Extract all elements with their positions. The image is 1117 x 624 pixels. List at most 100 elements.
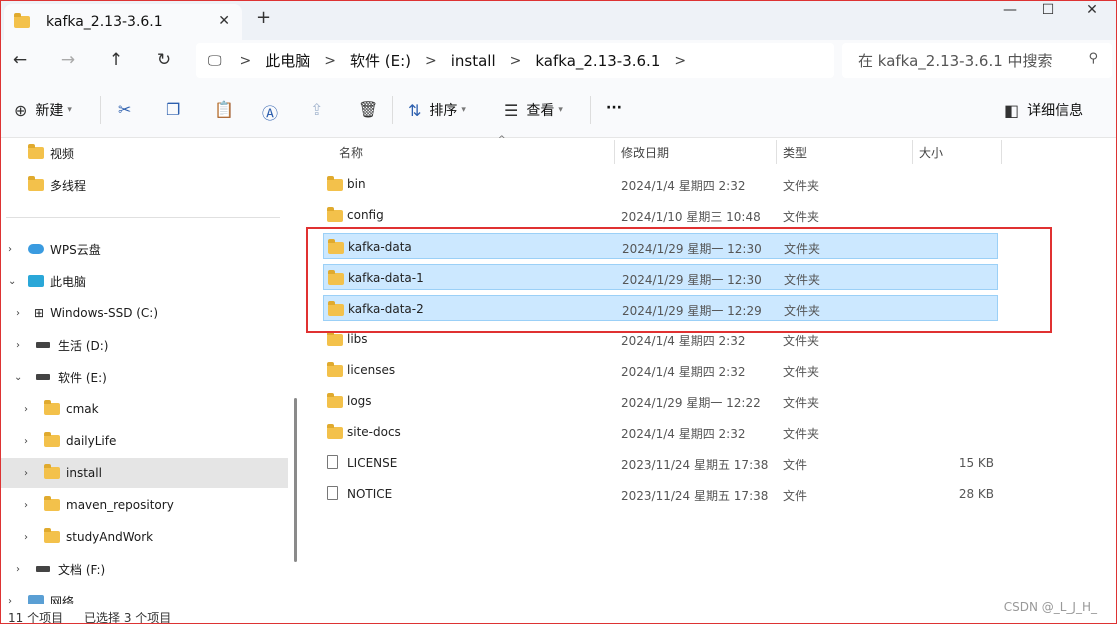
column-divider[interactable] xyxy=(1001,140,1002,164)
file-modified-date: 2024/1/29 星期一 12:30 xyxy=(622,273,762,287)
breadcrumb-separator[interactable]: > xyxy=(674,53,686,69)
sidebar-item-drive-c[interactable]: › ⊞ Windows-SSD (C:) xyxy=(0,298,288,328)
tab-close-icon[interactable]: ✕ xyxy=(218,13,230,29)
minimize-button[interactable]: — xyxy=(990,0,1030,22)
file-modified-date: 2024/1/29 星期一 12:29 xyxy=(622,304,762,318)
details-pane-icon: ◧ xyxy=(1004,100,1020,120)
tab-kafka[interactable]: kafka_2.13-3.6.1 ✕ xyxy=(4,4,242,40)
chevron-right-icon[interactable]: › xyxy=(24,532,28,543)
chevron-down-icon: ▾ xyxy=(558,105,563,115)
pc-icon xyxy=(28,275,44,287)
folder-icon xyxy=(327,393,343,408)
rename-icon[interactable]: Ⓐ xyxy=(262,100,278,124)
new-button[interactable]: ⊕ 新建 ▾ xyxy=(14,100,72,120)
details-pane-button[interactable]: ◧ 详细信息 xyxy=(1004,100,1083,120)
chevron-right-icon[interactable]: › xyxy=(16,340,20,351)
chevron-right-icon[interactable]: › xyxy=(8,244,12,255)
file-modified-date: 2024/1/4 星期四 2:32 xyxy=(621,427,746,441)
folder-icon xyxy=(328,239,344,254)
back-button[interactable]: ← xyxy=(6,48,34,72)
search-input[interactable]: 在 kafka_2.13-3.6.1 中搜索 ⚲ xyxy=(842,43,1112,78)
chevron-right-icon[interactable]: › xyxy=(16,564,20,575)
forward-button[interactable]: → xyxy=(54,48,82,72)
paste-icon[interactable]: 📋 xyxy=(214,100,234,119)
maximize-button[interactable]: ☐ xyxy=(1028,0,1068,22)
sidebar-item-label: dailyLife xyxy=(66,434,117,448)
chevron-down-icon[interactable]: ⌄ xyxy=(8,276,16,287)
chevron-right-icon[interactable]: › xyxy=(8,596,12,605)
view-button[interactable]: ☰ 查看 ▾ xyxy=(504,100,563,120)
folder-icon xyxy=(28,176,44,191)
sidebar-item-wps-cloud[interactable]: › WPS云盘 xyxy=(0,234,288,264)
column-header-label: 名称 xyxy=(339,145,364,160)
file-type: 文件夹 xyxy=(784,304,821,318)
file-row[interactable]: site-docs 2024/1/4 星期四 2:32 文件夹 xyxy=(323,419,998,445)
more-options-button[interactable]: ··· xyxy=(606,100,622,116)
column-header-type[interactable]: 类型 xyxy=(777,138,911,166)
column-header-modified[interactable]: 修改日期 xyxy=(615,138,775,166)
sort-button[interactable]: ⇅ 排序 ▾ xyxy=(408,100,466,120)
sidebar-item-label: 网络 xyxy=(50,594,75,605)
sidebar-item-dailylife[interactable]: › dailyLife xyxy=(0,426,288,456)
chevron-right-icon[interactable]: › xyxy=(24,500,28,511)
sidebar-item-drive-e[interactable]: ⌄ 软件 (E:) xyxy=(0,362,288,392)
column-header-size[interactable]: 大小 xyxy=(913,138,1001,166)
up-button[interactable]: ↑ xyxy=(102,48,130,72)
sidebar-item-studyandwork[interactable]: › studyAndWork xyxy=(0,522,288,552)
breadcrumb-separator[interactable]: > xyxy=(425,53,437,69)
chevron-right-icon[interactable]: › xyxy=(24,436,28,447)
file-row[interactable]: kafka-data-1 2024/1/29 星期一 12:30 文件夹 xyxy=(323,264,998,290)
sidebar-scrollbar[interactable] xyxy=(294,398,297,562)
sidebar-item-this-pc[interactable]: ⌄ 此电脑 xyxy=(0,266,288,296)
sidebar-item-drive-d[interactable]: › 生活 (D:) xyxy=(0,330,288,360)
breadcrumb-kafka[interactable]: kafka_2.13-3.6.1 xyxy=(535,52,660,70)
file-row[interactable]: licenses 2024/1/4 星期四 2:32 文件夹 xyxy=(323,357,998,383)
file-row[interactable]: LICENSE 2023/11/24 星期五 17:38 文件 15 KB xyxy=(323,450,998,476)
row-icon xyxy=(327,486,338,503)
folder-icon xyxy=(44,528,60,543)
toolbar-divider xyxy=(590,96,591,124)
sidebar-item-drive-f[interactable]: › 文档 (F:) xyxy=(0,554,288,584)
delete-icon[interactable]: 🗑 xyxy=(358,100,378,119)
folder-icon xyxy=(327,331,343,346)
file-row[interactable]: kafka-data 2024/1/29 星期一 12:30 文件夹 xyxy=(323,233,998,259)
view-label: 查看 xyxy=(526,103,555,119)
new-label: 新建 xyxy=(35,103,64,119)
chevron-right-icon[interactable]: › xyxy=(24,468,28,479)
column-header-name[interactable]: ^ 名称 xyxy=(333,135,613,166)
sidebar-item-cmak[interactable]: › cmak xyxy=(0,394,288,424)
file-row[interactable]: kafka-data-2 2024/1/29 星期一 12:29 文件夹 xyxy=(323,295,998,321)
breadcrumb-separator[interactable]: > xyxy=(324,53,336,69)
close-button[interactable]: ✕ xyxy=(1072,0,1112,22)
sidebar-item-videos[interactable]: 视频 xyxy=(0,138,288,168)
sidebar-item-maven-repository[interactable]: › maven_repository xyxy=(0,490,288,520)
breadcrumb-this-pc[interactable]: 此电脑 xyxy=(265,50,310,71)
refresh-button[interactable]: ↻ xyxy=(150,48,178,72)
file-row[interactable]: libs 2024/1/4 星期四 2:32 文件夹 xyxy=(323,326,998,352)
file-size: 15 KB xyxy=(958,456,994,470)
sidebar-item-install[interactable]: › install xyxy=(0,458,288,488)
sidebar-item-multithreading[interactable]: 多线程 xyxy=(0,170,288,200)
share-icon[interactable]: ⇪ xyxy=(310,100,323,119)
chevron-right-icon[interactable]: › xyxy=(16,308,20,319)
sidebar-item-label: 文档 (F:) xyxy=(58,562,106,577)
file-row[interactable]: logs 2024/1/29 星期一 12:22 文件夹 xyxy=(323,388,998,414)
breadcrumb-drive-e[interactable]: 软件 (E:) xyxy=(350,50,411,71)
new-tab-button[interactable]: + xyxy=(256,7,271,28)
breadcrumb-separator[interactable]: > xyxy=(240,53,252,69)
file-row[interactable]: bin 2024/1/4 星期四 2:32 文件夹 xyxy=(323,171,998,197)
chevron-right-icon[interactable]: › xyxy=(24,404,28,415)
cut-icon[interactable]: ✂ xyxy=(118,100,131,119)
row-icon xyxy=(327,424,349,442)
row-icon xyxy=(327,393,349,411)
file-row[interactable]: config 2024/1/10 星期三 10:48 文件夹 xyxy=(323,202,998,228)
file-type: 文件夹 xyxy=(784,273,821,287)
file-row[interactable]: NOTICE 2023/11/24 星期五 17:38 文件 28 KB xyxy=(323,481,998,507)
address-bar[interactable]: 🖵 > 此电脑 > 软件 (E:) > install > kafka_2.13… xyxy=(196,43,834,78)
file-type: 文件夹 xyxy=(783,334,820,348)
sidebar-item-network[interactable]: › 网络 xyxy=(0,586,288,604)
breadcrumb-install[interactable]: install xyxy=(451,52,496,70)
chevron-down-icon[interactable]: ⌄ xyxy=(14,372,22,383)
breadcrumb-separator[interactable]: > xyxy=(510,53,522,69)
copy-icon[interactable]: ❐ xyxy=(166,100,180,119)
